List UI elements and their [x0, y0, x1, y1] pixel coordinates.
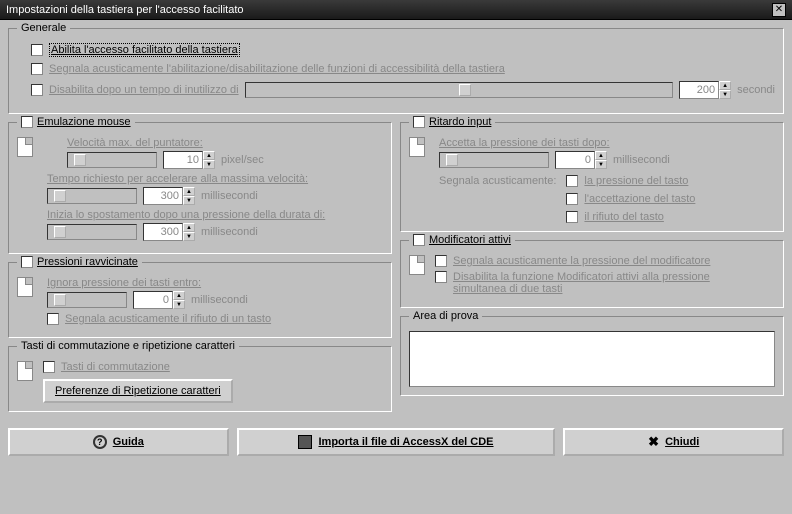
disable-after-label: Disabilita dopo un tempo di inutilizzo d… [49, 84, 239, 96]
disable-two-keys-label: Disabilita la funzione Modificatori atti… [453, 271, 733, 295]
disable-after-checkbox[interactable] [31, 84, 43, 96]
generale-group: Generale Abilita l'accesso facilitato de… [8, 28, 784, 114]
beep-toggle-label: Segnala acusticamente l'abilitazione/dis… [49, 63, 505, 75]
ignore-press-label: Ignora pressione dei tasti entro: [47, 277, 383, 289]
move-delay-spinner[interactable]: 300▲▼ [143, 223, 195, 241]
accept-after-label: Accetta la pressione dei tasti dopo: [439, 137, 775, 149]
titlebar: Impostazioni della tastiera per l'access… [0, 0, 792, 20]
beep-on-label: Segnala acusticamente: [439, 175, 556, 223]
beep-reject-checkbox[interactable] [47, 313, 59, 325]
accel-time-label: Tempo richiesto per accelerare alla mass… [47, 173, 383, 185]
modificatori-group: Modificatori attivi Segnala acusticament… [400, 240, 784, 308]
toggle-keys-checkbox[interactable] [43, 361, 55, 373]
toggle-keys-label: Tasti di commutazione [61, 361, 170, 373]
pressioni-group: Pressioni ravvicinate Ignora pressione d… [8, 262, 392, 338]
accel-time-spinner[interactable]: 300▲▼ [143, 187, 195, 205]
enable-accessibility-label: Abilita l'accesso facilitato della tasti… [49, 43, 240, 57]
area-group: Area di prova [400, 316, 784, 396]
window-body: Generale Abilita l'accesso facilitato de… [0, 20, 792, 464]
document-icon [17, 277, 33, 297]
pointer-speed-label: Velocità max. del puntatore: [67, 137, 383, 149]
repeat-preferences-button[interactable]: Preferenze di Ripetizione caratteri [43, 379, 233, 403]
close-button[interactable]: ✖ Chiudi [563, 428, 784, 456]
enable-accessibility-checkbox[interactable] [31, 44, 43, 56]
accel-time-slider[interactable] [47, 188, 137, 204]
pointer-speed-spinner[interactable]: 10▲▼ [163, 151, 215, 169]
move-delay-slider[interactable] [47, 224, 137, 240]
pointer-speed-slider[interactable] [67, 152, 157, 168]
mouse-group: Emulazione mouse Velocità max. del punta… [8, 122, 392, 254]
help-button[interactable]: ? Guida [8, 428, 229, 456]
document-icon [17, 361, 33, 381]
generale-legend: Generale [17, 22, 70, 34]
beep-accept-checkbox[interactable] [566, 193, 578, 205]
document-icon [409, 255, 425, 275]
accept-after-spinner[interactable]: 0▲▼ [555, 151, 607, 169]
window-title: Impostazioni della tastiera per l'access… [6, 4, 244, 16]
beep-press-checkbox[interactable] [566, 175, 578, 187]
document-icon [17, 137, 33, 157]
sticky-keys-checkbox[interactable] [413, 234, 425, 246]
ritardo-legend: Ritardo input [429, 116, 491, 128]
pressioni-legend: Pressioni ravvicinate [37, 256, 138, 268]
button-bar: ? Guida Importa il file di AccessX del C… [8, 428, 784, 456]
import-button[interactable]: Importa il file di AccessX del CDE [237, 428, 556, 456]
seconds-label: secondi [737, 84, 775, 96]
tasti-legend: Tasti di commutazione e ripetizione cara… [17, 340, 239, 352]
mouse-legend: Emulazione mouse [37, 116, 131, 128]
modificatori-legend: Modificatori attivi [429, 234, 511, 246]
document-icon [409, 137, 425, 157]
disable-after-slider[interactable] [245, 82, 674, 98]
beep-modifier-label: Segnala acusticamente la pressione del m… [453, 255, 710, 267]
slow-keys-checkbox[interactable] [413, 116, 425, 128]
close-x-icon: ✖ [648, 434, 659, 450]
move-delay-label: Inizia lo spostamento dopo una pressione… [47, 209, 383, 221]
disable-after-spinner[interactable]: 200 ▲▼ [679, 81, 731, 99]
beep-modifier-checkbox[interactable] [435, 255, 447, 267]
save-icon [298, 435, 312, 449]
help-icon: ? [93, 435, 107, 449]
close-icon[interactable]: ✕ [772, 3, 786, 17]
bounce-keys-checkbox[interactable] [21, 256, 33, 268]
tasti-group: Tasti di commutazione e ripetizione cara… [8, 346, 392, 412]
area-legend: Area di prova [409, 310, 482, 322]
ritardo-group: Ritardo input Accetta la pressione dei t… [400, 122, 784, 232]
beep-reject-label: Segnala acusticamente il rifiuto di un t… [65, 313, 271, 325]
ignore-press-spinner[interactable]: 0▲▼ [133, 291, 185, 309]
mouse-emulation-checkbox[interactable] [21, 116, 33, 128]
accept-after-slider[interactable] [439, 152, 549, 168]
ignore-press-slider[interactable] [47, 292, 127, 308]
test-area-input[interactable] [409, 331, 775, 387]
beep-toggle-checkbox[interactable] [31, 63, 43, 75]
beep-reject2-checkbox[interactable] [566, 211, 578, 223]
disable-two-keys-checkbox[interactable] [435, 271, 447, 283]
